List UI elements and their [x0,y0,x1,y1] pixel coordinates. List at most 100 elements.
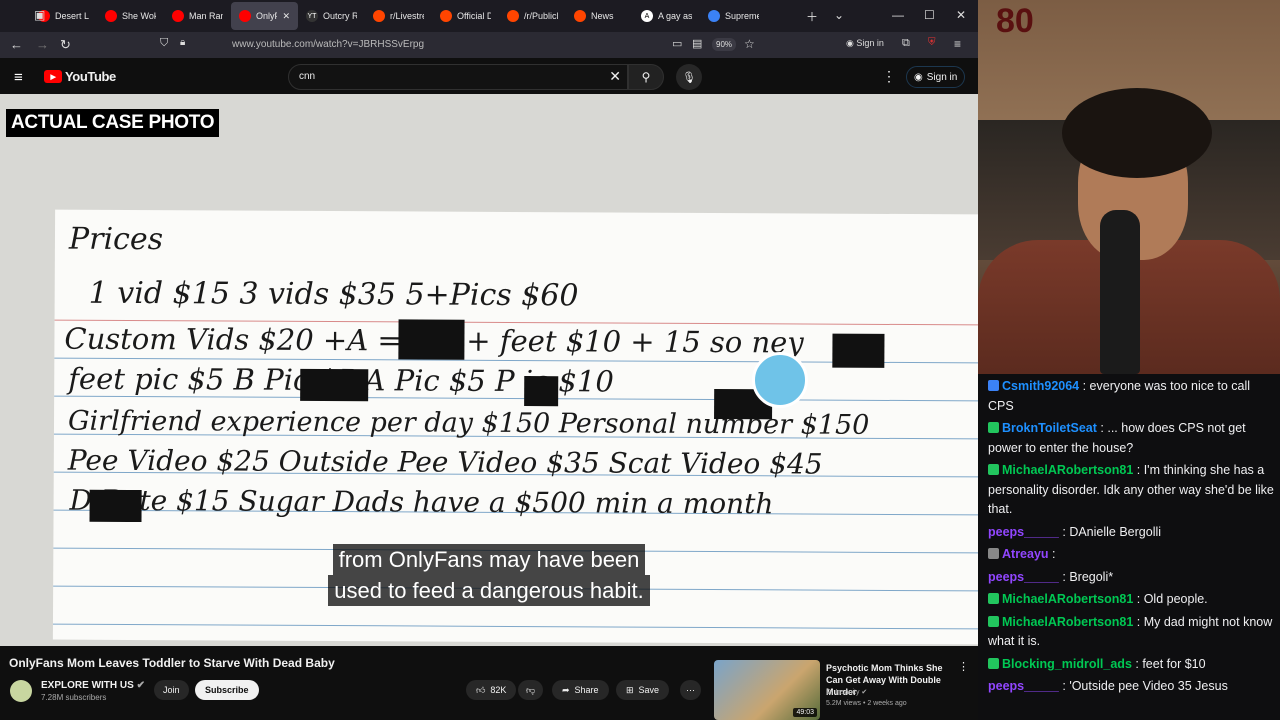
channel-name[interactable]: EXPLORE WITH US ✔ [41,680,145,691]
chat-username[interactable]: MichaelARobertson81 [1002,615,1133,629]
card-line: Pee Video $25 Outside Pee Video $35 Scat… [67,443,823,481]
tab-favicon-icon [440,10,452,22]
bookmark-star-icon[interactable]: ☆ [744,37,755,51]
recommended-menu-icon[interactable]: ⋮ [958,660,969,673]
recommended-duration: 49:03 [793,708,817,717]
guide-menu-icon[interactable]: ≡ [14,69,23,86]
picture-in-picture-icon[interactable]: ▭ [672,37,682,50]
thumbs-up-icon: 👍︎ [476,684,486,695]
chat-text: : 'Outside pee Video 35 Jesus [1062,679,1228,693]
browser-tab[interactable]: Man Ranc [164,2,231,30]
save-label: Save [638,685,660,695]
subscriber-count: 7.28M subscribers [41,693,107,702]
youtube-signin-button[interactable]: ◉ Sign in [906,66,966,88]
chat-message: BroknToiletSeat : ... how does CPS not g… [988,419,1276,458]
lock-icon[interactable]: 🔒︎ [180,37,185,48]
chat-username[interactable]: peeps_____ [988,525,1059,539]
account-signin[interactable]: ◉ Sign in [846,38,884,49]
chat-username[interactable]: Csmith92064 [1002,379,1079,393]
menu-icon[interactable]: ≡ [954,37,961,51]
search-input[interactable]: cnn [299,71,315,82]
chat-text: : Old people. [1136,592,1208,606]
recommended-thumbnail[interactable]: 49:03 [714,660,820,720]
account-signin-label: Sign in [856,38,884,48]
browser-tab[interactable]: Supreme [700,2,767,30]
video-title: OnlyFans Mom Leaves Toddler to Starve Wi… [9,656,335,670]
more-actions-button[interactable]: ⋯ [680,680,701,700]
chat-username[interactable]: MichaelARobertson81 [1002,463,1133,477]
chat-badge-icon [988,380,999,391]
browser-tab[interactable]: News [566,2,633,30]
card-line: Prices [68,221,164,258]
join-button[interactable]: Join [154,680,189,700]
redaction-box [524,376,559,407]
tab-label: Man Ranc [189,11,223,21]
channel-avatar[interactable] [10,680,32,702]
browser-tab[interactable]: Official D [432,2,499,30]
new-tab-icon[interactable]: ＋ [806,8,818,25]
chat-message: Blocking_midroll_ads : feet for $10 [988,655,1276,675]
chat-message: peeps_____ : 'Outside pee Video 35 Jesus [988,677,1276,697]
tab-list-chevron-icon[interactable]: ⌄ [834,8,844,22]
voice-search-button[interactable]: 🎙︎ [676,64,702,90]
shield-icon[interactable]: ⛉ [160,37,168,50]
close-tab-icon[interactable]: ✕ [282,11,290,22]
close-window-icon[interactable]: ✕ [956,8,966,22]
subscribe-button[interactable]: Subscribe [195,680,259,700]
browser-tab[interactable]: She Woke [97,2,164,30]
caption-line: from OnlyFans may have been [332,544,646,575]
forward-icon[interactable]: → [36,37,49,52]
redaction-box [832,333,885,368]
video-player[interactable]: Prices 1 vid $15 3 vids $35 5+Pics $60 C… [0,94,978,646]
url-bar: ← → ↻ ⛉ 🔒︎ www.youtube.com/watch?v=JBRHS… [0,32,978,58]
back-icon[interactable]: ← [10,37,23,52]
browser-tab[interactable]: YT Outcry Ro [298,2,365,30]
youtube-logo[interactable]: ▶ YouTube [44,69,116,84]
save-button[interactable]: ⊞ Save [616,680,670,700]
redaction-box [300,368,369,402]
settings-kebab-icon[interactable]: ⋮ [882,68,896,85]
browser-tab[interactable]: r/Livestre [365,2,432,30]
chat-badge-icon [988,657,999,669]
address-field[interactable]: www.youtube.com/watch?v=JBRHSSvErpg [232,39,424,50]
chat-message: peeps_____ : DAnielle Bergolli [988,523,1276,543]
chat-username[interactable]: peeps_____ [988,679,1059,693]
search-box[interactable]: cnn ✕ [288,64,628,90]
chat-username[interactable]: MichaelARobertson81 [1002,592,1133,606]
extensions-icon[interactable]: ⧉ [902,37,910,50]
surprised-emote-icon [752,352,808,408]
youtube-logo-text: YouTube [65,69,116,84]
webcam-overlay: 80 [978,0,1280,374]
chat-username[interactable]: BroknToiletSeat [1002,421,1097,435]
zoom-level[interactable]: 90% [712,38,737,51]
tab-manager-icon[interactable]: ▣ [34,8,45,22]
tab-label: Supreme [725,11,759,21]
minimize-icon[interactable]: — [892,8,904,22]
search-button[interactable]: ⚲ [628,64,664,90]
reload-icon[interactable]: ↻ [60,37,71,53]
recommended-channel[interactable]: Dr Insanity ✔ [826,688,867,696]
ublock-icon[interactable]: ⛨ [928,37,936,48]
chat-username[interactable]: peeps_____ [988,570,1059,584]
chat-message: peeps_____ : Bregoli* [988,568,1276,588]
tab-bar: ▣ Desert Lo She Woke Man Ranc OnlyFa ✕ YT Outc… [0,0,978,32]
card-line: D Rate $15 Sugar Dads have a $500 min a … [69,483,774,521]
clear-search-icon[interactable]: ✕ [609,68,621,85]
browser-tab[interactable]: OnlyFa ✕ [231,2,298,30]
share-button[interactable]: ➦ Share [552,680,609,700]
user-circle-icon: ◉ [914,71,923,83]
tab-label: OnlyFa [256,11,278,21]
dislike-button[interactable]: 👎︎ [518,680,544,700]
chat-username[interactable]: Atreayu [1002,547,1049,561]
maximize-icon[interactable]: ☐ [924,8,935,22]
chat-message: MichaelARobertson81 : I'm thinking she h… [988,461,1276,520]
tab-label: Desert Lo [55,11,89,21]
tab-label: r/Livestre [390,11,424,21]
chat-badge-icon [988,593,999,604]
browser-tab[interactable]: /r/PublicF [499,2,566,30]
chat-username[interactable]: Blocking_midroll_ads [1002,657,1132,671]
reader-icon[interactable]: ▤ [692,37,702,50]
like-button[interactable]: 👍︎ 82K [466,680,517,700]
browser-tab[interactable]: A A gay asy [633,2,700,30]
tab-favicon-icon [105,10,117,22]
